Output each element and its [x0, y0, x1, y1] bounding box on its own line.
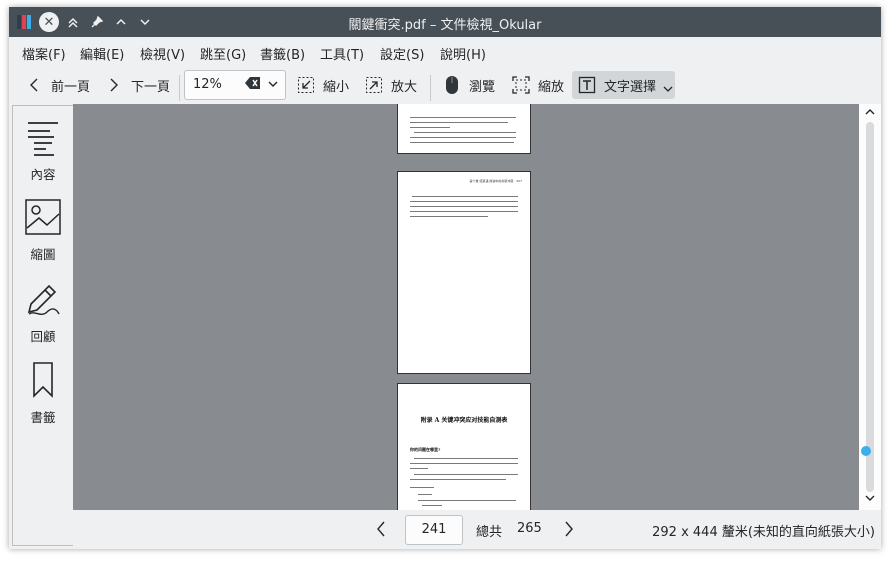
text-select-tool-button[interactable]: 文字選擇 — [572, 71, 675, 99]
scrollbar-track[interactable] — [866, 122, 874, 492]
chevron-left-icon — [25, 76, 43, 94]
text-line — [410, 468, 428, 469]
scroll-up-arrow[interactable] — [864, 106, 876, 121]
previous-page-icon[interactable] — [375, 520, 387, 542]
bookmarks-icon — [33, 362, 53, 398]
text-line — [410, 211, 518, 212]
page-navigation-bar: 241 總共 265 292 x 444 釐米(未知的直向紙張大小) — [73, 510, 881, 549]
total-pages-value: 265 — [517, 521, 542, 536]
toolbar-separator — [430, 75, 431, 101]
window-title: 關鍵衝突.pdf – 文件檢視_Okular — [348, 18, 542, 33]
menu-bar: 檔案(F) 編輯(E) 檢視(V) 跳至(G) 書籤(B) 工具(T) 設定(S… — [9, 37, 881, 65]
sidebar-panel: 內容 縮圖 回顧 書籤 — [12, 105, 74, 546]
sidebar-item-label: 書籤 — [30, 410, 56, 425]
zoom-tool-label: 縮放 — [538, 79, 565, 95]
clear-text-icon[interactable] — [245, 77, 261, 93]
text-line — [414, 474, 518, 475]
sidebar-item-label: 縮圖 — [30, 247, 56, 262]
mouse-icon — [443, 76, 461, 94]
sidebar-item-label: 內容 — [30, 167, 56, 182]
sidebar-item-bookmarks[interactable]: 書籤 — [13, 361, 73, 426]
text-line — [410, 122, 508, 123]
menu-settings[interactable]: 設定(S) — [380, 44, 424, 63]
page-header: 第十章 结束语 前进中的关键冲突 · 207 — [469, 179, 523, 183]
zoom-out-button[interactable]: 縮小 — [297, 71, 349, 99]
text-line — [410, 137, 516, 138]
thumbnails-icon — [25, 199, 61, 235]
total-pages-label: 總共 — [476, 525, 503, 540]
next-page-label: 下一頁 — [131, 79, 171, 95]
chevron-right-icon — [105, 76, 123, 94]
text-line — [410, 479, 506, 480]
chevron-down-icon[interactable] — [663, 83, 673, 98]
previous-page-button[interactable]: 前一頁 — [25, 71, 90, 99]
toolbar-separator — [179, 75, 180, 101]
text-line — [410, 216, 488, 217]
menu-help[interactable]: 說明(H) — [440, 44, 486, 63]
zoom-combobox[interactable]: 12% — [184, 70, 286, 100]
document-page: 第十章 结束语 前进中的关键冲突 · 207 — [397, 171, 531, 374]
text-line — [414, 132, 516, 133]
appendix-title: 附录 A 关键冲突应对技能自测表 — [420, 417, 508, 424]
next-page-icon[interactable] — [563, 520, 575, 542]
text-select-icon — [578, 76, 596, 94]
chevron-down-icon[interactable] — [267, 76, 279, 96]
text-line — [412, 196, 518, 197]
zoom-in-button[interactable]: 放大 — [365, 71, 417, 99]
sidebar-item-thumbnails[interactable]: 縮圖 — [13, 198, 73, 263]
zoom-value: 12% — [193, 77, 222, 92]
menu-edit[interactable]: 編輯(E) — [80, 44, 124, 63]
text-line — [418, 500, 516, 501]
browse-tool-label: 瀏覽 — [469, 79, 496, 95]
document-view[interactable]: 第十章 结束语 前进中的关键冲突 · 207 附录 A 关键冲突应对技能自测表 … — [73, 104, 859, 510]
zoom-in-label: 放大 — [391, 79, 418, 95]
text-line — [410, 117, 516, 118]
text-line — [410, 206, 518, 207]
text-line — [410, 463, 518, 464]
text-line — [410, 142, 514, 143]
text-line — [410, 487, 434, 488]
text-line — [410, 201, 518, 202]
text-select-label: 文字選擇 — [604, 79, 657, 95]
review-icon — [27, 284, 60, 315]
main-toolbar: 前一頁 下一頁 12% 縮小 放大 瀏覽 縮放 文字選擇 — [9, 67, 881, 103]
text-line — [410, 127, 450, 128]
contents-icon — [28, 122, 58, 156]
document-page: 附录 A 关键冲突应对技能自测表 你的问题在哪里? — [397, 383, 531, 510]
scrollbar-handle[interactable] — [861, 446, 871, 456]
menu-go[interactable]: 跳至(G) — [200, 44, 246, 63]
sidebar-item-review[interactable]: 回顧 — [13, 280, 73, 345]
vertical-scrollbar[interactable] — [859, 104, 881, 510]
text-line — [422, 505, 442, 506]
menu-view[interactable]: 檢視(V) — [140, 44, 185, 63]
appendix-subtitle: 你的问题在哪里? — [410, 447, 441, 452]
okular-window: ✕ 關鍵衝突.pdf – 文件檢視_Okular 檔案(F) 編輯(E) 檢視(… — [9, 7, 881, 549]
zoom-select-icon — [512, 76, 530, 94]
next-page-button[interactable]: 下一頁 — [105, 71, 170, 99]
previous-page-label: 前一頁 — [51, 79, 91, 95]
scroll-down-arrow[interactable] — [864, 492, 876, 507]
zoom-in-icon — [365, 76, 383, 94]
zoom-out-icon — [297, 76, 315, 94]
sidebar-item-contents[interactable]: 內容 — [13, 120, 73, 183]
current-page-input[interactable]: 241 — [405, 515, 463, 545]
menu-tools[interactable]: 工具(T) — [320, 44, 364, 63]
menu-bookmarks[interactable]: 書籤(B) — [260, 44, 305, 63]
text-line — [414, 458, 518, 459]
zoom-tool-button[interactable]: 縮放 — [512, 71, 564, 99]
zoom-out-label: 縮小 — [323, 79, 350, 95]
menu-file[interactable]: 檔案(F) — [22, 44, 66, 63]
sidebar-item-label: 回顧 — [30, 329, 56, 344]
paper-size-label: 292 x 444 釐米(未知的直向紙張大小) — [652, 525, 875, 540]
browse-tool-button[interactable]: 瀏覽 — [443, 71, 495, 99]
text-line — [418, 494, 432, 495]
title-bar: ✕ 關鍵衝突.pdf – 文件檢視_Okular — [9, 7, 881, 37]
document-page — [397, 104, 531, 154]
